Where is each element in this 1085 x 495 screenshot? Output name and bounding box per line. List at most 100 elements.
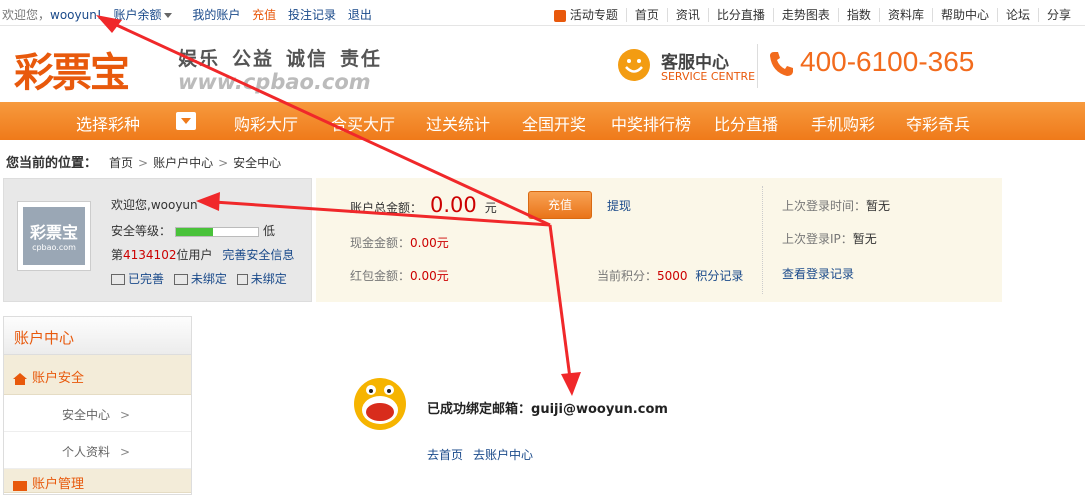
security-level-bar xyxy=(175,226,260,237)
forum-link[interactable]: 论坛 xyxy=(996,8,1038,22)
logout-link[interactable]: 退出 xyxy=(348,8,372,22)
help-center-link[interactable]: 帮助中心 xyxy=(931,8,997,22)
user-rank: 第4134102位用户 完善安全信息 xyxy=(111,248,295,262)
user-rank-number: 4134102 xyxy=(123,248,177,262)
cash-amount: 0.00 xyxy=(410,236,437,250)
breadcrumb-sep: > xyxy=(138,156,149,170)
sidebar-item-profile[interactable]: 个人资料 > xyxy=(4,432,191,469)
last-login-time: 上次登录时间：暂无 xyxy=(782,199,891,213)
security-level-fill xyxy=(176,227,213,236)
slogan: 娱乐 公益 诚信 责任 xyxy=(178,44,394,71)
last-login-ip: 上次登录IP：暂无 xyxy=(782,232,877,246)
withdraw-link[interactable]: 提现 xyxy=(607,197,631,214)
sidebar: 账户中心 账户安全 安全中心 > 个人资料 > 账户管理 xyxy=(3,316,192,495)
security-level-value: 低 xyxy=(263,224,276,238)
total-amount: 0.00 xyxy=(430,193,477,217)
site-logo[interactable]: 彩票宝 xyxy=(14,40,164,96)
points: 当前积分：5000 积分记录 xyxy=(597,269,744,283)
cash-balance: 现金金额：0.00元 xyxy=(350,236,449,250)
points-value: 5000 xyxy=(657,269,688,283)
logo-text: 彩票宝 xyxy=(14,49,130,96)
bet-records-link[interactable]: 投注记录 xyxy=(288,8,336,22)
security-level-label: 安全等级： xyxy=(111,224,172,238)
service-subtitle: SERVICE CENTRE xyxy=(661,70,756,83)
welcome-text: 欢迎您， xyxy=(2,8,51,22)
user-panel: 彩票宝 cpbao.com 欢迎您,wooyun 安全等级： 低 第4134102位… xyxy=(3,178,312,302)
recharge-button[interactable]: 充值 xyxy=(528,191,592,219)
total-unit: 元 xyxy=(484,201,497,215)
total-balance: 账户总金额： 0.00 元 xyxy=(350,193,497,217)
folder-icon xyxy=(13,480,27,491)
nav-buy-hall[interactable]: 购彩大厅 xyxy=(234,111,298,135)
nav-draw-results[interactable]: 全国开奖 xyxy=(522,111,586,135)
complete-security-link[interactable]: 完善安全信息 xyxy=(222,248,294,262)
hot-icon xyxy=(553,9,566,22)
user-welcome: 欢迎您,wooyun xyxy=(111,198,198,212)
home-link[interactable]: 首页 xyxy=(625,8,667,22)
breadcrumb-label: 您当前的位置： xyxy=(6,156,98,171)
id-card-icon xyxy=(111,274,125,285)
login-records-link[interactable]: 查看登录记录 xyxy=(782,265,854,282)
nav-group-buy[interactable]: 合买大厅 xyxy=(331,111,395,135)
total-label: 账户总金额： xyxy=(350,201,423,215)
nav-special[interactable]: 夺彩奇兵 xyxy=(906,111,970,135)
top-bar-right: 活动专题 首页 资讯 比分直播 走势图表 指数 资料库 帮助中心 论坛 分享 xyxy=(546,6,1079,23)
card-icon xyxy=(173,274,188,285)
points-record-link[interactable]: 积分记录 xyxy=(695,269,743,283)
account-panel: 账户总金额： 0.00 元 充值 提现 现金金额：0.00元 红包金额：0.00元 … xyxy=(316,178,1002,302)
nav-mobile[interactable]: 手机购彩 xyxy=(811,111,875,135)
share-link[interactable]: 分享 xyxy=(1037,8,1079,22)
username-link[interactable]: wooyun! xyxy=(50,8,102,22)
nav-winners-rank[interactable]: 中奖排行榜 xyxy=(611,111,691,135)
account-divider xyxy=(762,186,763,294)
breadcrumb-current: 安全中心 xyxy=(233,156,282,170)
go-account-link[interactable]: 去账户中心 xyxy=(473,448,533,462)
avatar[interactable]: 彩票宝 cpbao.com xyxy=(17,201,91,271)
service-center[interactable]: 客服中心 SERVICE CENTRE xyxy=(617,48,757,88)
chevron-down-icon xyxy=(164,13,173,18)
breadcrumb-home[interactable]: 首页 xyxy=(109,156,133,170)
topic-link[interactable]: 活动专题 xyxy=(546,8,626,22)
service-phone: 400-6100-365 xyxy=(800,46,975,77)
id-status[interactable]: 已完善 xyxy=(128,272,164,286)
phone-icon xyxy=(770,52,793,76)
nav-select-lottery[interactable]: 选择彩种 xyxy=(76,111,140,135)
database-link[interactable]: 资料库 xyxy=(878,8,932,22)
sidebar-section-security[interactable]: 账户安全 xyxy=(4,355,191,395)
my-account-link[interactable]: 我的账户 xyxy=(192,8,240,22)
nav-live-score[interactable]: 比分直播 xyxy=(714,111,778,135)
account-balance-label: 账户余额 xyxy=(113,8,162,22)
index-link[interactable]: 指数 xyxy=(837,8,879,22)
breadcrumb-account[interactable]: 账户户中心 xyxy=(153,156,213,170)
recharge-link[interactable]: 充值 xyxy=(252,8,276,22)
account-balance-menu[interactable]: 账户余额 xyxy=(113,8,180,22)
sidebar-title: 账户中心 xyxy=(4,317,191,355)
avatar-logo: 彩票宝 cpbao.com xyxy=(23,207,85,265)
site-header: 彩票宝 娱乐 公益 诚信 责任 www.cpbao.com 客服中心 SERVICE … xyxy=(0,26,1085,102)
bound-email: guiji@wooyun.com xyxy=(531,402,668,417)
main-nav: 选择彩种 购彩大厅 合买大厅 过关统计 全国开奖 中奖排行榜 比分直播 手机购彩… xyxy=(0,102,1085,140)
bonus-balance: 红包金额：0.00元 xyxy=(350,269,449,283)
nav-pass-stats[interactable]: 过关统计 xyxy=(426,111,490,135)
result-links: 去首页 去账户中心 xyxy=(427,446,543,463)
live-score-link[interactable]: 比分直播 xyxy=(707,8,773,22)
bonus-amount: 0.00 xyxy=(410,269,437,283)
sidebar-section-management[interactable]: 账户管理 xyxy=(4,469,191,493)
phone-status[interactable]: 未绑定 xyxy=(251,272,287,286)
smiley-icon xyxy=(618,49,650,81)
news-link[interactable]: 资讯 xyxy=(666,8,708,22)
sidebar-item-security-center[interactable]: 安全中心 > xyxy=(4,395,191,432)
house-icon xyxy=(13,372,27,385)
trend-chart-link[interactable]: 走势图表 xyxy=(772,8,838,22)
success-message: 已成功绑定邮箱：guiji@wooyun.com xyxy=(427,398,668,417)
slogan-item: 娱乐 xyxy=(178,48,221,70)
chevron-down-icon[interactable] xyxy=(176,112,196,130)
top-bar-left: 欢迎您，wooyun! 账户余额 我的账户 充值 投注记录 退出 xyxy=(2,6,380,23)
arrow-head xyxy=(561,372,581,396)
slogan-item: 诚信 xyxy=(286,48,329,70)
header-divider xyxy=(757,44,758,88)
smiley-emoji-icon xyxy=(354,378,406,430)
go-home-link[interactable]: 去首页 xyxy=(427,448,463,462)
success-label: 已成功绑定邮箱： xyxy=(427,402,532,417)
card-status[interactable]: 未绑定 xyxy=(191,272,227,286)
